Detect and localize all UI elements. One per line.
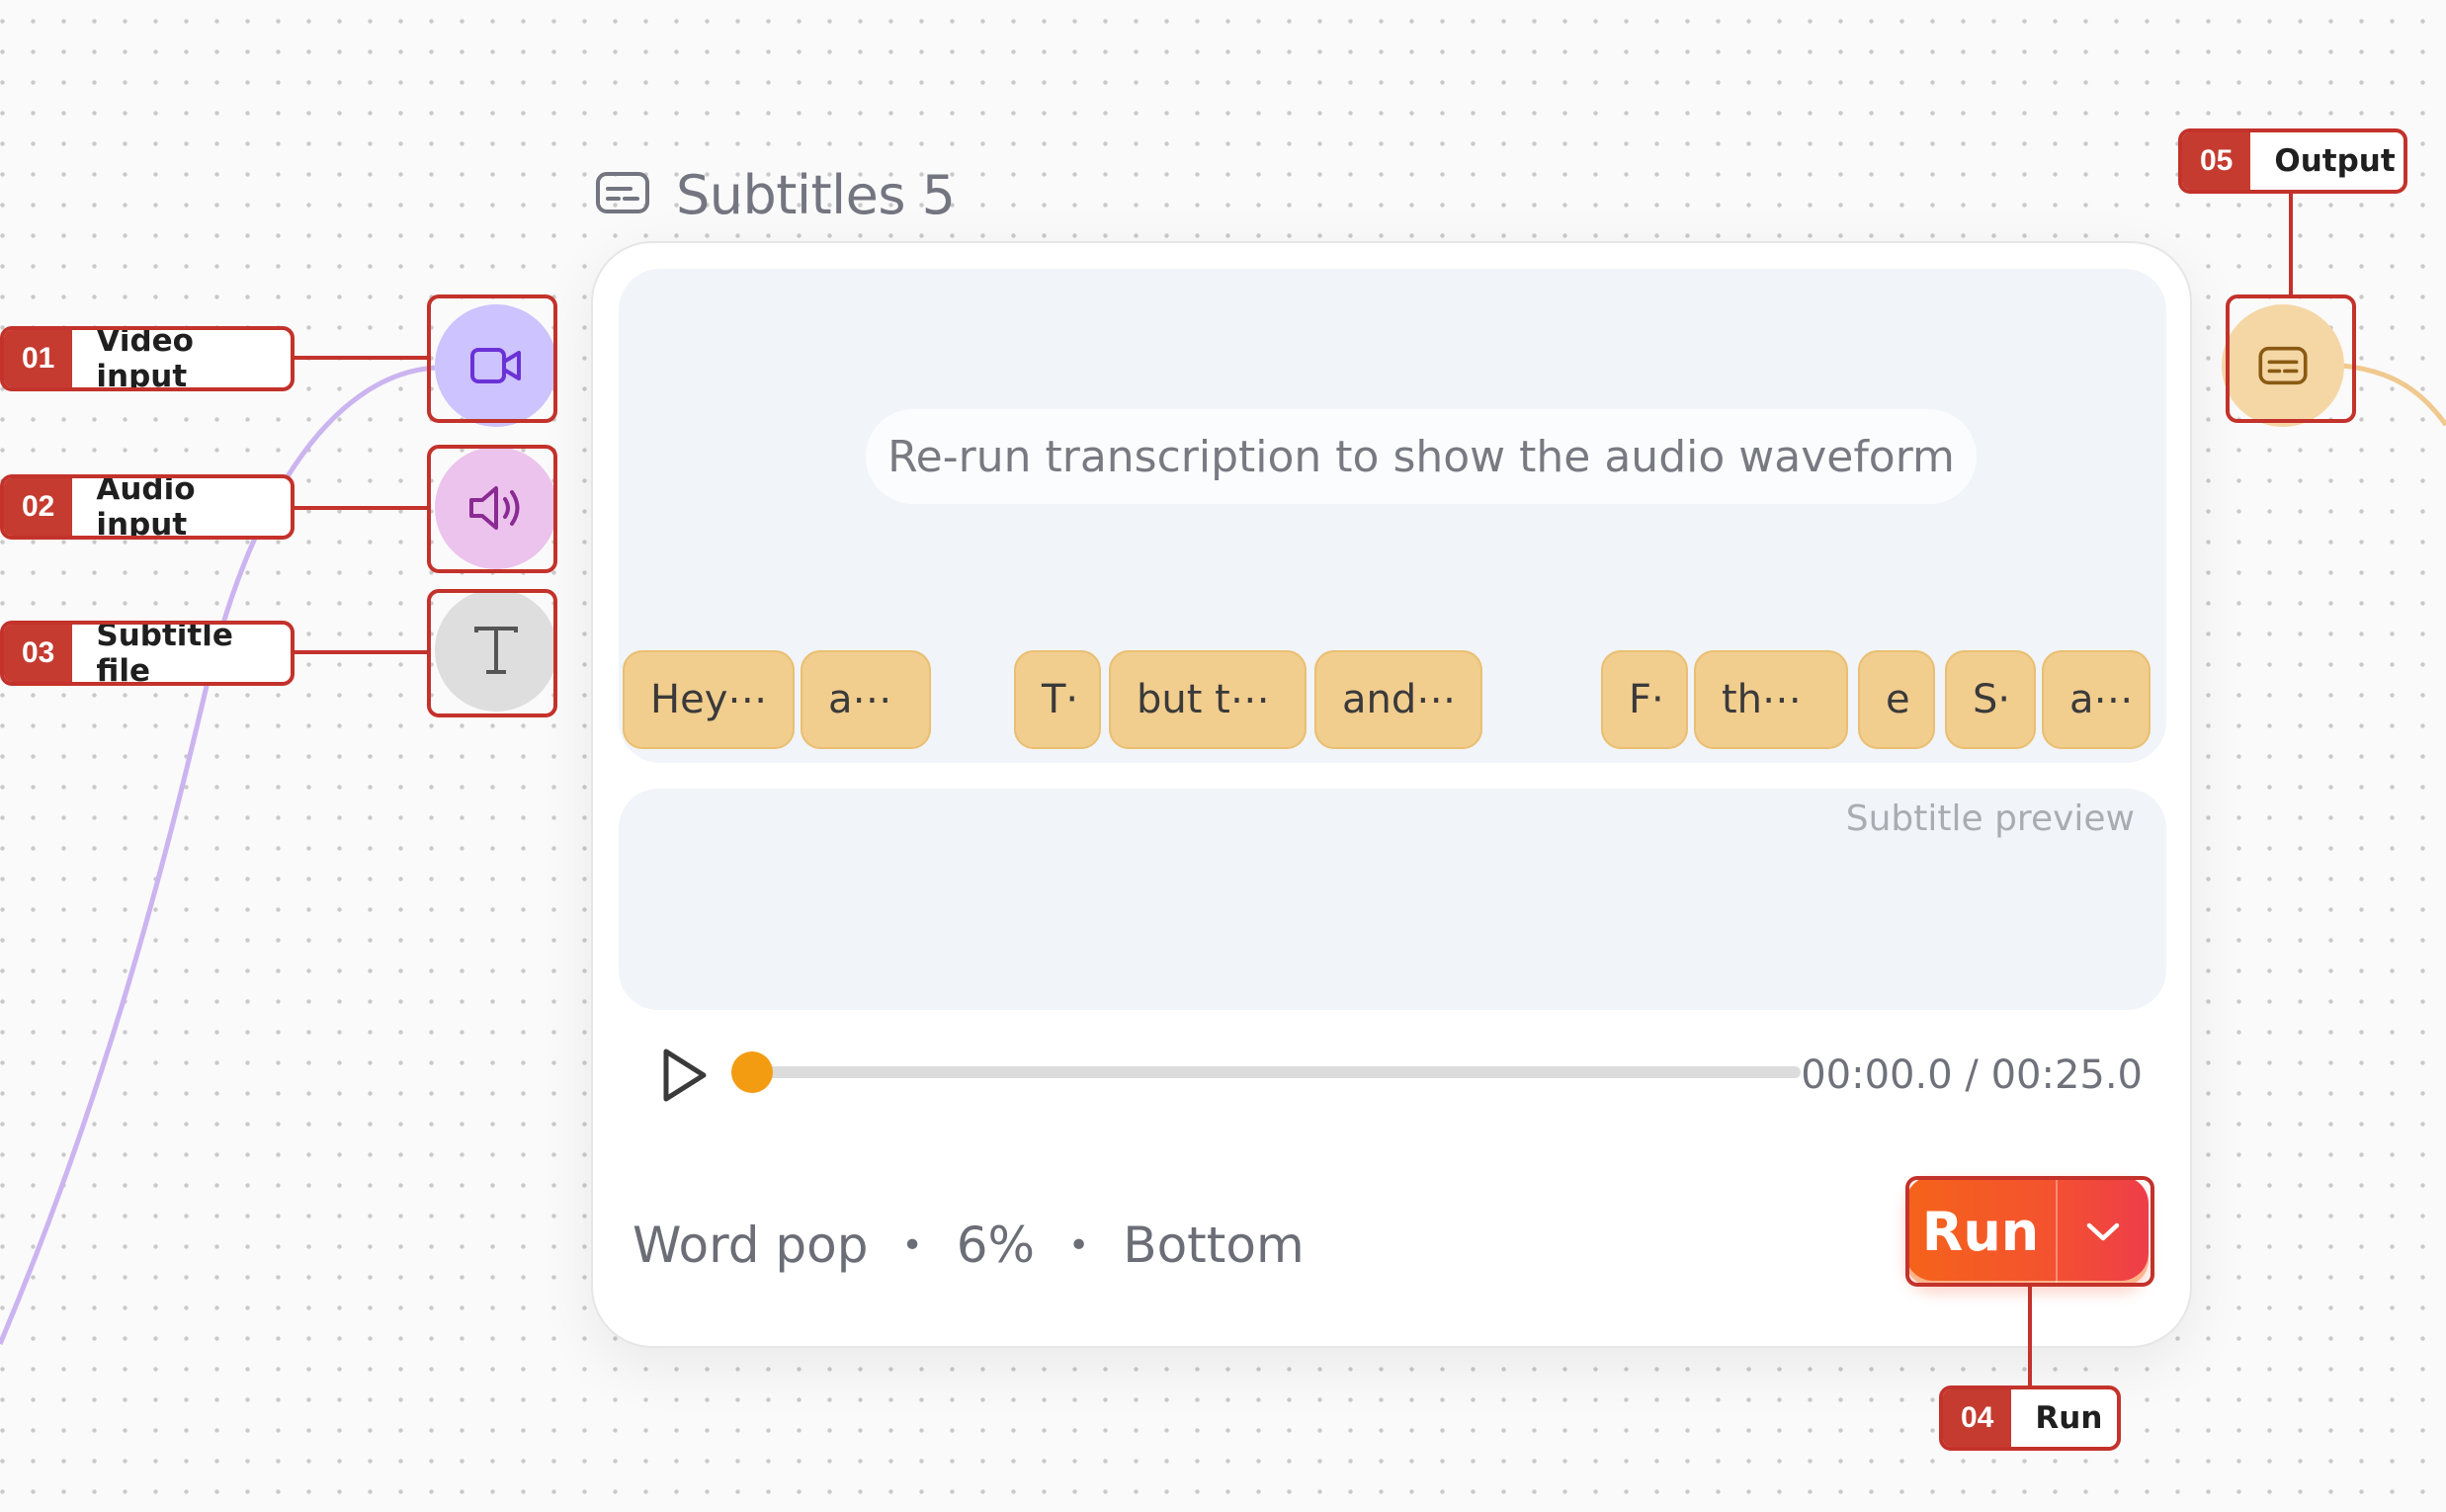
annotation-tag-audio-input: 02 Audio input: [0, 474, 295, 540]
word-chip[interactable]: a⋯: [2042, 650, 2151, 749]
word-chip[interactable]: S·: [1945, 650, 2036, 749]
subtitle-file-highlight: [427, 589, 557, 717]
annotation-label: Subtitle file: [96, 621, 233, 686]
annotation-number: 02: [4, 478, 73, 536]
word-chip[interactable]: T·: [1014, 650, 1101, 749]
word-chip[interactable]: e: [1858, 650, 1935, 749]
play-button[interactable]: [654, 1046, 714, 1105]
annotation-tag-run: 04 Run: [1939, 1386, 2121, 1451]
subtitle-preview: Subtitle preview: [619, 789, 2166, 1010]
waveform-area[interactable]: Re-run transcription to show the audio w…: [619, 269, 2166, 763]
node-title: Subtitles 5: [595, 160, 956, 229]
leader-line: [293, 506, 429, 510]
separator-dot: •: [1068, 1224, 1090, 1266]
annotation-label: Video input: [96, 326, 194, 391]
annotation-number: 05: [2182, 132, 2251, 190]
word-chip[interactable]: and⋯: [1314, 650, 1482, 749]
size-setting: 6%: [956, 1217, 1036, 1274]
run-highlight: [1905, 1176, 2154, 1287]
annotation-number: 01: [4, 330, 73, 387]
separator-dot: •: [901, 1224, 923, 1266]
leader-line: [293, 650, 429, 654]
annotation-number: 03: [4, 625, 73, 682]
position-setting: Bottom: [1123, 1217, 1305, 1274]
audio-input-highlight: [427, 445, 557, 573]
annotation-number: 04: [1943, 1389, 2012, 1447]
subtitle-preview-label: Subtitle preview: [1845, 798, 2135, 839]
annotation-label: Output: [2274, 143, 2396, 179]
time-display: 00:00.0 / 00:25.0: [1801, 1052, 2143, 1098]
word-chip[interactable]: a⋯: [801, 650, 931, 749]
leader-line: [293, 356, 429, 360]
output-highlight: [2226, 294, 2356, 423]
playback-scrubber-thumb[interactable]: [731, 1051, 773, 1093]
play-icon: [663, 1049, 707, 1102]
node-title-text: Subtitles 5: [676, 163, 956, 226]
annotation-label: Run: [2035, 1400, 2103, 1436]
subtitle-settings-summary[interactable]: Word pop • 6% • Bottom: [633, 1206, 1305, 1285]
word-chip[interactable]: F·: [1601, 650, 1688, 749]
leader-line: [2028, 1285, 2032, 1387]
subtitles-icon: [595, 171, 650, 219]
word-chip[interactable]: but t⋯: [1109, 650, 1307, 749]
annotation-tag-video-input: 01 Video input: [0, 326, 295, 391]
video-input-highlight: [427, 294, 557, 423]
leader-line: [2289, 192, 2293, 296]
style-setting: Word pop: [633, 1217, 869, 1274]
word-chip[interactable]: th⋯: [1694, 650, 1848, 749]
word-chip-track: Hey⋯ a⋯ T· but t⋯ and⋯ F· th⋯ e S· a⋯: [619, 269, 2166, 763]
annotation-label: Audio input: [96, 474, 196, 540]
output-wire: [2341, 363, 2446, 427]
word-chip[interactable]: Hey⋯: [623, 650, 795, 749]
annotation-tag-output: 05 Output: [2178, 128, 2407, 194]
playback-scrubber-track[interactable]: [747, 1066, 1801, 1078]
annotation-tag-subtitle-file: 03 Subtitle file: [0, 621, 295, 686]
